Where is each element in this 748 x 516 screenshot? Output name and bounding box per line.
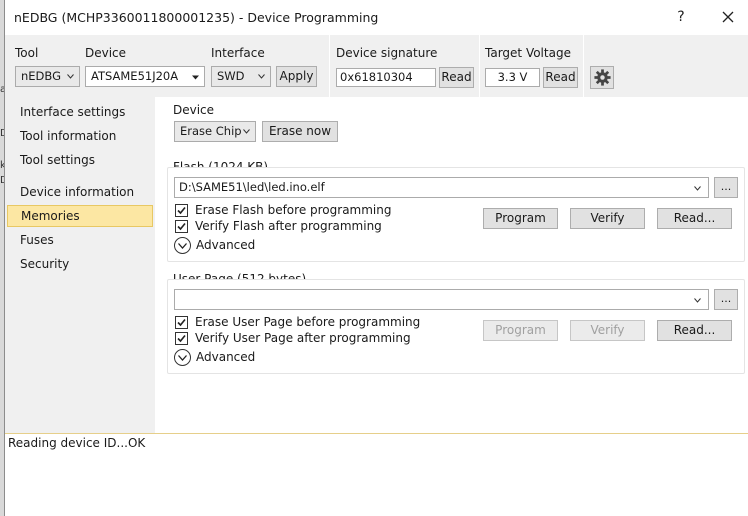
user-page-verify-button[interactable]: Verify bbox=[570, 320, 645, 341]
interface-select-value: SWD bbox=[217, 69, 245, 83]
close-button[interactable] bbox=[711, 3, 745, 31]
sidebar-item-security[interactable]: Security bbox=[7, 254, 153, 276]
user-page-browse-button[interactable]: ... bbox=[714, 289, 738, 310]
tool-select-value: nEDBG bbox=[21, 69, 62, 83]
memories-panel: Device Erase Chip Erase now Flash (1024 … bbox=[155, 97, 748, 433]
toolbar-divider bbox=[583, 35, 584, 97]
window-title: nEDBG (MCHP3360011800001235) - Device Pr… bbox=[14, 10, 379, 25]
device-select-value: ATSAME51J20A bbox=[91, 69, 179, 83]
close-icon bbox=[722, 11, 734, 23]
signature-field[interactable]: 0x61810304 bbox=[336, 68, 436, 87]
flash-browse-button[interactable]: ... bbox=[714, 177, 738, 198]
chevron-down-icon bbox=[67, 74, 74, 79]
verify-flash-checkbox-row[interactable]: Verify Flash after programming bbox=[175, 219, 395, 234]
read-voltage-button[interactable]: Read bbox=[543, 67, 578, 88]
chevron-down-icon bbox=[258, 74, 265, 79]
help-button[interactable]: ? bbox=[665, 3, 697, 31]
verify-user-page-checkbox[interactable] bbox=[175, 332, 188, 345]
flash-advanced-label: Advanced bbox=[196, 238, 256, 252]
user-page-program-button[interactable]: Program bbox=[483, 320, 558, 341]
apply-button[interactable]: Apply bbox=[276, 66, 317, 87]
erase-mode-select[interactable]: Erase Chip bbox=[174, 121, 256, 142]
verify-flash-checkbox[interactable] bbox=[175, 220, 188, 233]
erase-user-page-checkbox[interactable] bbox=[175, 316, 188, 329]
flash-verify-button[interactable]: Verify bbox=[570, 208, 645, 229]
flash-read-button[interactable]: Read... bbox=[657, 208, 732, 229]
checkmark-icon bbox=[177, 222, 186, 231]
erase-flash-checkbox[interactable] bbox=[175, 204, 188, 217]
user-page-read-button[interactable]: Read... bbox=[657, 320, 732, 341]
gear-icon bbox=[594, 69, 611, 86]
checkmark-icon bbox=[177, 318, 186, 327]
title-bar[interactable]: nEDBG (MCHP3360011800001235) - Device Pr… bbox=[5, 0, 748, 35]
verify-flash-label: Verify Flash after programming bbox=[195, 219, 382, 233]
verify-user-page-checkbox-row[interactable]: Verify User Page after programming bbox=[175, 331, 415, 346]
flash-file-select[interactable]: D:\SAME51\led\led.ino.elf bbox=[174, 177, 709, 198]
device-programming-window: nEDBG (MCHP3360011800001235) - Device Pr… bbox=[4, 0, 748, 516]
output-log-text: Reading device ID...OK bbox=[8, 436, 146, 450]
read-signature-button[interactable]: Read bbox=[439, 67, 474, 88]
expand-icon bbox=[174, 237, 191, 254]
user-page-file-select[interactable] bbox=[174, 289, 709, 310]
expand-icon bbox=[174, 349, 191, 366]
erase-flash-checkbox-row[interactable]: Erase Flash before programming bbox=[175, 203, 395, 218]
device-label: Device bbox=[85, 46, 127, 60]
interface-select[interactable]: SWD bbox=[211, 66, 271, 87]
sidebar-item-tool-settings[interactable]: Tool settings bbox=[7, 150, 153, 172]
flash-file-path: D:\SAME51\led\led.ino.elf bbox=[179, 180, 325, 194]
output-log[interactable]: Reading device ID...OK bbox=[5, 433, 748, 516]
dropdown-arrow-icon bbox=[192, 75, 199, 80]
checkmark-icon bbox=[177, 206, 186, 215]
chevron-down-icon bbox=[243, 129, 250, 134]
toolbar-divider bbox=[329, 35, 330, 97]
tool-label: Tool bbox=[15, 46, 39, 60]
sidebar-item-fuses[interactable]: Fuses bbox=[7, 230, 153, 252]
erase-user-page-checkbox-row[interactable]: Erase User Page before programming bbox=[175, 315, 420, 330]
toolbar-divider bbox=[479, 35, 480, 97]
checkmark-icon bbox=[177, 334, 186, 343]
erase-flash-label: Erase Flash before programming bbox=[195, 203, 392, 217]
erase-mode-value: Erase Chip bbox=[180, 124, 242, 138]
sidebar-item-memories[interactable]: Memories bbox=[7, 205, 153, 227]
settings-button[interactable] bbox=[590, 66, 614, 89]
flash-program-button[interactable]: Program bbox=[483, 208, 558, 229]
voltage-label: Target Voltage bbox=[485, 46, 571, 60]
flash-advanced-toggle[interactable]: Advanced bbox=[174, 237, 274, 255]
sidebar-item-device-information[interactable]: Device information bbox=[7, 182, 153, 204]
verify-user-page-label: Verify User Page after programming bbox=[195, 331, 411, 345]
sidebar-item-tool-information[interactable]: Tool information bbox=[7, 126, 153, 148]
user-page-advanced-toggle[interactable]: Advanced bbox=[174, 349, 274, 367]
erase-user-page-label: Erase User Page before programming bbox=[195, 315, 421, 329]
device-section-title: Device bbox=[173, 103, 215, 117]
device-select[interactable]: ATSAME51J20A bbox=[85, 66, 205, 87]
voltage-field[interactable]: 3.3 V bbox=[485, 68, 540, 87]
user-page-advanced-label: Advanced bbox=[196, 350, 256, 364]
sidebar-nav: Interface settings Tool information Tool… bbox=[5, 97, 155, 433]
interface-label: Interface bbox=[211, 46, 265, 60]
erase-now-button[interactable]: Erase now bbox=[262, 121, 338, 142]
sidebar-item-interface-settings[interactable]: Interface settings bbox=[7, 102, 153, 124]
signature-label: Device signature bbox=[336, 46, 438, 60]
tool-select[interactable]: nEDBG bbox=[15, 66, 80, 87]
toolbar: Tool nEDBG Device ATSAME51J20A Interface… bbox=[5, 35, 748, 97]
chevron-down-icon bbox=[694, 186, 701, 191]
chevron-down-icon bbox=[694, 298, 701, 303]
